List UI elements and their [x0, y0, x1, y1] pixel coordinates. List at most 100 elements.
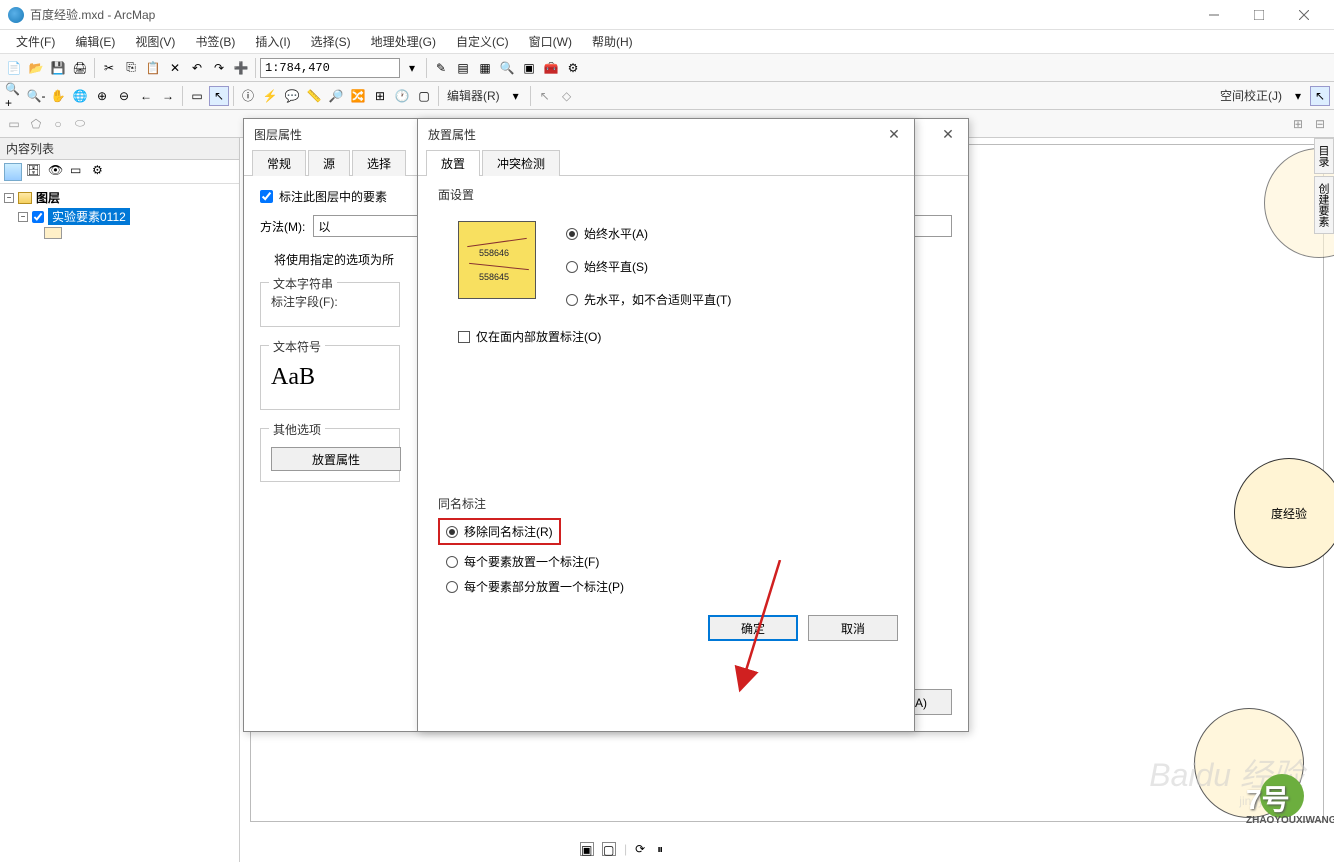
radio-icon[interactable] [566, 294, 578, 306]
polygon-icon[interactable]: ⬠ [26, 114, 46, 134]
identify-icon[interactable]: ⓘ [238, 86, 258, 106]
close-button[interactable] [1281, 0, 1326, 30]
menu-selection[interactable]: 选择(S) [303, 31, 359, 52]
back-icon[interactable]: ← [136, 86, 156, 106]
spatial-adjust-label[interactable]: 空间校正(J) [1220, 87, 1282, 104]
full-extent-icon[interactable]: 🌐 [70, 86, 90, 106]
circle-icon[interactable]: ○ [48, 114, 68, 134]
dropdown-icon[interactable]: ▾ [506, 86, 526, 106]
select-icon[interactable]: ▭ [187, 86, 207, 106]
menu-file[interactable]: 文件(F) [8, 31, 63, 52]
minimize-button[interactable] [1191, 0, 1236, 30]
redo-icon[interactable]: ↷ [209, 58, 229, 78]
menu-view[interactable]: 视图(V) [127, 31, 183, 52]
list-by-selection-icon[interactable]: ▭ [70, 163, 88, 181]
open-icon[interactable]: 📂 [26, 58, 46, 78]
layout-view-icon[interactable]: ▢ [602, 842, 616, 856]
copy-icon[interactable]: ⎘ [121, 58, 141, 78]
georef-icon[interactable]: ⊞ [1288, 114, 1308, 134]
collapse-icon[interactable]: − [4, 193, 14, 203]
tab-placement[interactable]: 放置 [426, 150, 480, 176]
time-slider-icon[interactable]: 🕐 [392, 86, 412, 106]
radio-icon[interactable] [446, 526, 458, 538]
collapse-icon[interactable]: − [18, 212, 28, 222]
fixed-zoom-out-icon[interactable]: ⊖ [114, 86, 134, 106]
radio-straight[interactable]: 始终平直(S) [566, 258, 731, 275]
tree-root[interactable]: − 图层 [4, 188, 235, 207]
menu-geoprocessing[interactable]: 地理处理(G) [363, 31, 444, 52]
search-icon[interactable]: 🔍 [497, 58, 517, 78]
radio-try-horizontal[interactable]: 先水平，如不合适则平直(T) [566, 291, 731, 308]
forward-icon[interactable]: → [158, 86, 178, 106]
ellipse-icon[interactable]: ⬭ [70, 114, 90, 134]
zoom-out-icon[interactable]: 🔍- [26, 86, 46, 106]
radio-icon[interactable] [446, 581, 458, 593]
options-icon[interactable]: ⚙ [92, 163, 110, 181]
dropdown-icon[interactable]: ▾ [402, 58, 422, 78]
checkbox-icon[interactable] [458, 331, 470, 343]
dialog-titlebar[interactable]: 放置属性 ✕ [418, 119, 914, 149]
delete-icon[interactable]: ✕ [165, 58, 185, 78]
layer-name[interactable]: 实验要素0112 [48, 208, 130, 225]
tab-source[interactable]: 源 [308, 150, 350, 176]
add-data-icon[interactable]: ➕ [231, 58, 251, 78]
editor-label[interactable]: 编辑器(R) [447, 87, 500, 104]
tab-general[interactable]: 常规 [252, 150, 306, 176]
tab-selection[interactable]: 选择 [352, 150, 406, 176]
fixed-zoom-in-icon[interactable]: ⊕ [92, 86, 112, 106]
radio-icon[interactable] [566, 261, 578, 273]
html-popup-icon[interactable]: 💬 [282, 86, 302, 106]
menu-insert[interactable]: 插入(I) [247, 31, 298, 52]
data-view-icon[interactable]: ▣ [580, 842, 594, 856]
measure-icon[interactable]: 📏 [304, 86, 324, 106]
menu-help[interactable]: 帮助(H) [584, 31, 641, 52]
list-by-drawing-icon[interactable] [4, 163, 22, 181]
hyperlink-icon[interactable]: ⚡ [260, 86, 280, 106]
zoom-in-icon[interactable]: 🔍+ [4, 86, 24, 106]
find-route-icon[interactable]: 🔀 [348, 86, 368, 106]
modelbuilder-icon[interactable]: ⚙ [563, 58, 583, 78]
select-elements-icon[interactable]: ↖ [209, 86, 229, 106]
maximize-button[interactable] [1236, 0, 1281, 30]
find-icon[interactable]: 🔎 [326, 86, 346, 106]
print-icon[interactable]: 🖨 [70, 58, 90, 78]
tree-symbol[interactable] [4, 226, 235, 240]
cut-icon[interactable]: ✂ [99, 58, 119, 78]
pan-icon[interactable]: ✋ [48, 86, 68, 106]
menu-customize[interactable]: 自定义(C) [448, 31, 517, 52]
radio-per-feature[interactable]: 每个要素放置一个标注(F) [446, 553, 894, 570]
ok-button[interactable]: 确定 [708, 615, 798, 641]
edit-vertices-icon[interactable]: ◇ [557, 86, 577, 106]
pause-icon[interactable]: ⏸ [657, 842, 671, 856]
editor-toolbar-icon[interactable]: ✎ [431, 58, 451, 78]
catalog-icon[interactable]: ▦ [475, 58, 495, 78]
checkbox[interactable] [260, 190, 273, 203]
paste-icon[interactable]: 📋 [143, 58, 163, 78]
refresh-icon[interactable]: ⟳ [635, 842, 649, 856]
undo-icon[interactable]: ↶ [187, 58, 207, 78]
menu-edit[interactable]: 编辑(E) [67, 31, 123, 52]
radio-remove-duplicates[interactable]: 移除同名标注(R) [446, 523, 553, 540]
scale-input[interactable] [260, 58, 400, 78]
close-icon[interactable]: ✕ [938, 124, 958, 144]
dropdown-icon[interactable]: ▾ [1288, 86, 1308, 106]
symbol-swatch[interactable] [44, 227, 62, 239]
radio-icon[interactable] [566, 228, 578, 240]
rectangle-icon[interactable]: ▭ [4, 114, 24, 134]
pointer-icon[interactable]: ↖ [1310, 86, 1330, 106]
edit-tool-icon[interactable]: ↖ [535, 86, 555, 106]
georef-icon[interactable]: ⊟ [1310, 114, 1330, 134]
close-icon[interactable]: ✕ [884, 124, 904, 144]
create-features-tab[interactable]: 创建要素 [1314, 176, 1334, 234]
tree-layer[interactable]: − 实验要素0112 [4, 207, 235, 226]
radio-per-part[interactable]: 每个要素部分放置一个标注(P) [446, 578, 894, 595]
cancel-button[interactable]: 取消 [808, 615, 898, 641]
inside-only-checkbox[interactable]: 仅在面内部放置标注(O) [458, 328, 894, 345]
placement-properties-button[interactable]: 放置属性 [271, 447, 401, 471]
python-icon[interactable]: ▣ [519, 58, 539, 78]
radio-horizontal[interactable]: 始终水平(A) [566, 225, 731, 242]
tab-conflict[interactable]: 冲突检测 [482, 150, 560, 176]
catalog-tab[interactable]: 目录 [1314, 138, 1334, 174]
go-to-xy-icon[interactable]: ⊞ [370, 86, 390, 106]
create-viewer-icon[interactable]: ▢ [414, 86, 434, 106]
